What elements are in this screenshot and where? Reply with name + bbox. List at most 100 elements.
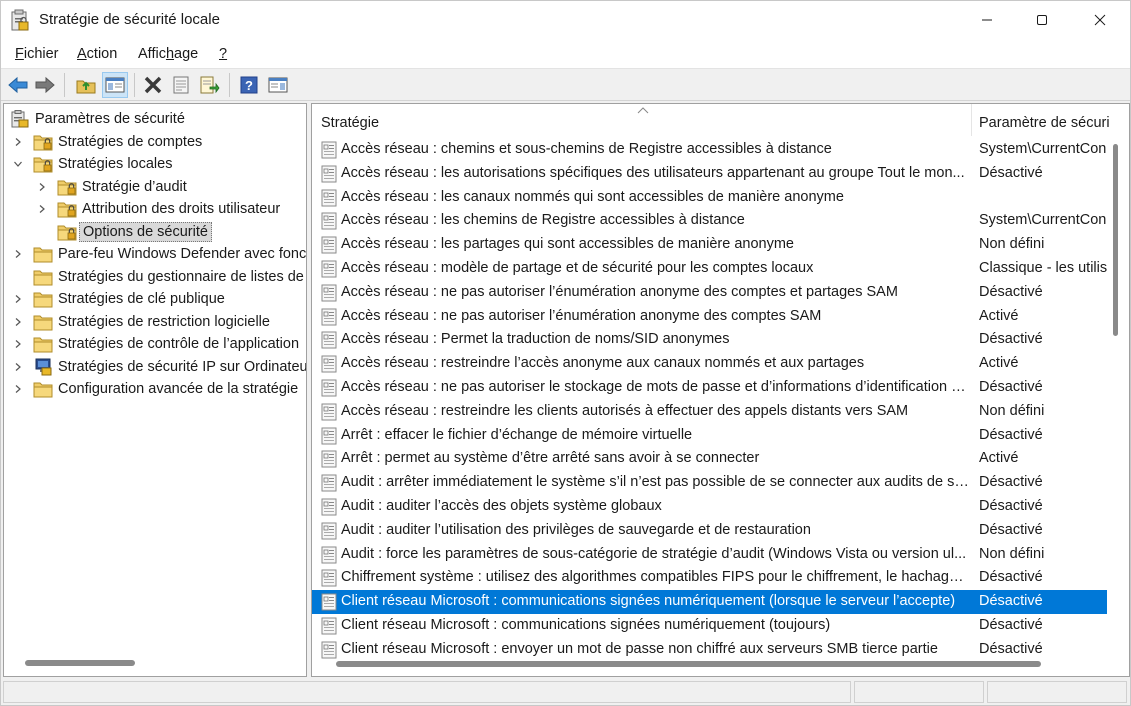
properties-button[interactable] bbox=[168, 72, 194, 98]
tree-item[interactable]: Stratégies de comptes bbox=[4, 131, 304, 154]
tree-item[interactable]: Stratégies de contrôle de l’application bbox=[4, 333, 304, 356]
tree-pane[interactable]: Paramètres de sécurité Stratégies de com… bbox=[3, 103, 307, 677]
tree-item[interactable]: Stratégies de clé publique bbox=[4, 288, 304, 311]
chevron-right-icon[interactable] bbox=[36, 181, 48, 193]
column-header-setting[interactable]: Paramètre de sécuri bbox=[979, 115, 1110, 131]
chevron-right-icon[interactable] bbox=[12, 136, 24, 148]
policy-list-pane[interactable]: Stratégie Paramètre de sécuri Accès rése… bbox=[311, 103, 1130, 677]
policy-row[interactable]: Accès réseau : les partages qui sont acc… bbox=[312, 233, 1107, 257]
tree-item[interactable]: Stratégie d’audit bbox=[4, 176, 304, 199]
policy-row[interactable]: Client réseau Microsoft : envoyer un mot… bbox=[312, 638, 1107, 662]
policy-row[interactable]: Accès réseau : modèle de partage et de s… bbox=[312, 257, 1107, 281]
policy-name: Audit : auditer l’utilisation des privil… bbox=[341, 521, 811, 538]
folder-icon bbox=[33, 335, 53, 353]
delete-button[interactable] bbox=[140, 72, 166, 98]
policy-row[interactable]: Arrêt : permet au système d’être arrêté … bbox=[312, 447, 1107, 471]
tree-item[interactable]: Options de sécurité bbox=[4, 221, 304, 244]
policy-row[interactable]: Accès réseau : ne pas autoriser l’énumér… bbox=[312, 305, 1107, 329]
policy-icon bbox=[320, 403, 338, 421]
close-button[interactable] bbox=[1077, 1, 1123, 39]
chevron-right-icon[interactable] bbox=[12, 338, 24, 350]
policy-row[interactable]: Accès réseau : chemins et sous-chemins d… bbox=[312, 138, 1107, 162]
policy-row[interactable]: Chiffrement système : utilisez des algor… bbox=[312, 566, 1107, 590]
menu-fichier[interactable]: Fichier bbox=[15, 46, 59, 62]
policy-row[interactable]: Accès réseau : ne pas autoriser l’énumér… bbox=[312, 281, 1107, 305]
policy-icon bbox=[320, 212, 338, 230]
policy-row[interactable]: Accès réseau : ne pas autoriser le stock… bbox=[312, 376, 1107, 400]
chevron-right-icon[interactable] bbox=[12, 316, 24, 328]
tree-item[interactable]: Configuration avancée de la stratégie bbox=[4, 378, 304, 401]
policy-name: Client réseau Microsoft : envoyer un mot… bbox=[341, 640, 938, 657]
minimize-button[interactable] bbox=[964, 1, 1010, 39]
tree-item[interactable]: Attribution des droits utilisateur bbox=[4, 198, 304, 221]
menu-help[interactable]: ? bbox=[219, 46, 227, 62]
export-list-button[interactable] bbox=[197, 72, 223, 98]
tree-item[interactable]: Stratégies du gestionnaire de listes de bbox=[4, 266, 304, 289]
tree-item-label: Attribution des droits utilisateur bbox=[82, 201, 281, 218]
policy-name: Audit : force les paramètres de sous-cat… bbox=[341, 545, 967, 562]
column-divider[interactable] bbox=[971, 104, 972, 136]
policy-name: Arrêt : permet au système d’être arrêté … bbox=[341, 450, 760, 467]
policy-setting: Désactivé bbox=[979, 426, 1043, 443]
menu-fichier-mnemonic: F bbox=[15, 46, 24, 62]
policy-row[interactable]: Audit : arrêter immédiatement le système… bbox=[312, 471, 1107, 495]
tree-horizontal-scrollbar-thumb[interactable] bbox=[25, 660, 135, 666]
policy-row[interactable]: Client réseau Microsoft : communications… bbox=[312, 614, 1107, 638]
chevron-right-icon[interactable] bbox=[12, 248, 24, 260]
policy-setting: Non défini bbox=[979, 236, 1045, 253]
policy-row[interactable]: Accès réseau : les canaux nommés qui son… bbox=[312, 186, 1107, 210]
chevron-right-icon[interactable] bbox=[12, 293, 24, 305]
policy-setting: Désactivé bbox=[979, 593, 1043, 610]
help-button[interactable]: ? bbox=[236, 72, 262, 98]
policy-row[interactable]: Audit : auditer l’accès des objets systè… bbox=[312, 495, 1107, 519]
policy-icon bbox=[320, 331, 338, 349]
chevron-right-icon[interactable] bbox=[12, 361, 24, 373]
menu-affichage-pre: Affic bbox=[138, 46, 166, 62]
show-hide-tree-button[interactable] bbox=[102, 72, 128, 98]
tree-item-label: Stratégies locales bbox=[58, 156, 173, 173]
properties-icon bbox=[173, 76, 189, 94]
maximize-button[interactable] bbox=[1019, 1, 1065, 39]
minimize-icon bbox=[982, 19, 992, 21]
policy-row[interactable]: Accès réseau : Permet la traduction de n… bbox=[312, 328, 1107, 352]
policy-icon bbox=[320, 236, 338, 254]
tree-root-label: Paramètres de sécurité bbox=[35, 111, 185, 128]
show-hide-action-pane-button[interactable] bbox=[265, 72, 291, 98]
horizontal-scrollbar-thumb[interactable] bbox=[336, 661, 1041, 667]
tree-item[interactable]: Stratégies de restriction logicielle bbox=[4, 311, 304, 334]
policy-name: Accès réseau : ne pas autoriser l’énumér… bbox=[341, 283, 898, 300]
policy-row[interactable]: Arrêt : effacer le fichier d’échange de … bbox=[312, 424, 1107, 448]
tree-item[interactable]: Pare-feu Windows Defender avec fonc bbox=[4, 243, 307, 266]
security-settings-icon bbox=[11, 110, 29, 128]
chevron-right-icon[interactable] bbox=[12, 383, 24, 395]
tree-item[interactable]: Stratégies de sécurité IP sur Ordinateu bbox=[4, 356, 306, 379]
menu-affichage[interactable]: Affichage bbox=[138, 46, 198, 62]
column-header-policy[interactable]: Stratégie bbox=[321, 115, 379, 131]
folder-icon bbox=[33, 380, 53, 398]
tree-root[interactable]: Paramètres de sécurité bbox=[4, 108, 304, 131]
menu-action[interactable]: Action bbox=[77, 46, 117, 62]
back-button[interactable] bbox=[5, 72, 31, 98]
tree-item-label: Pare-feu Windows Defender avec fonc bbox=[58, 246, 307, 263]
policy-row[interactable]: Accès réseau : les autorisations spécifi… bbox=[312, 162, 1107, 186]
policy-row[interactable]: Accès réseau : restreindre l’accès anony… bbox=[312, 352, 1107, 376]
title-bar[interactable]: Stratégie de sécurité locale bbox=[1, 1, 1130, 39]
policy-row[interactable]: Client réseau Microsoft : communications… bbox=[312, 590, 1107, 614]
policy-row[interactable]: Accès réseau : restreindre les clients a… bbox=[312, 400, 1107, 424]
policy-icon bbox=[320, 498, 338, 516]
vertical-scrollbar-thumb[interactable] bbox=[1113, 144, 1118, 336]
policy-row[interactable]: Audit : force les paramètres de sous-cat… bbox=[312, 543, 1107, 567]
up-folder-button[interactable] bbox=[73, 72, 99, 98]
policy-setting: Désactivé bbox=[979, 521, 1043, 538]
policy-icon bbox=[320, 141, 338, 159]
policy-row[interactable]: Audit : auditer l’utilisation des privil… bbox=[312, 519, 1107, 543]
toolbar: ? bbox=[1, 69, 1130, 101]
chevron-right-icon[interactable] bbox=[36, 203, 48, 215]
policy-icon bbox=[320, 641, 338, 659]
forward-button[interactable] bbox=[32, 72, 58, 98]
policy-icon bbox=[320, 355, 338, 373]
list-header: Stratégie Paramètre de sécuri bbox=[312, 104, 1129, 138]
chevron-down-icon[interactable] bbox=[12, 158, 24, 170]
tree-item[interactable]: Stratégies locales bbox=[4, 153, 304, 176]
policy-row[interactable]: Accès réseau : les chemins de Registre a… bbox=[312, 209, 1107, 233]
